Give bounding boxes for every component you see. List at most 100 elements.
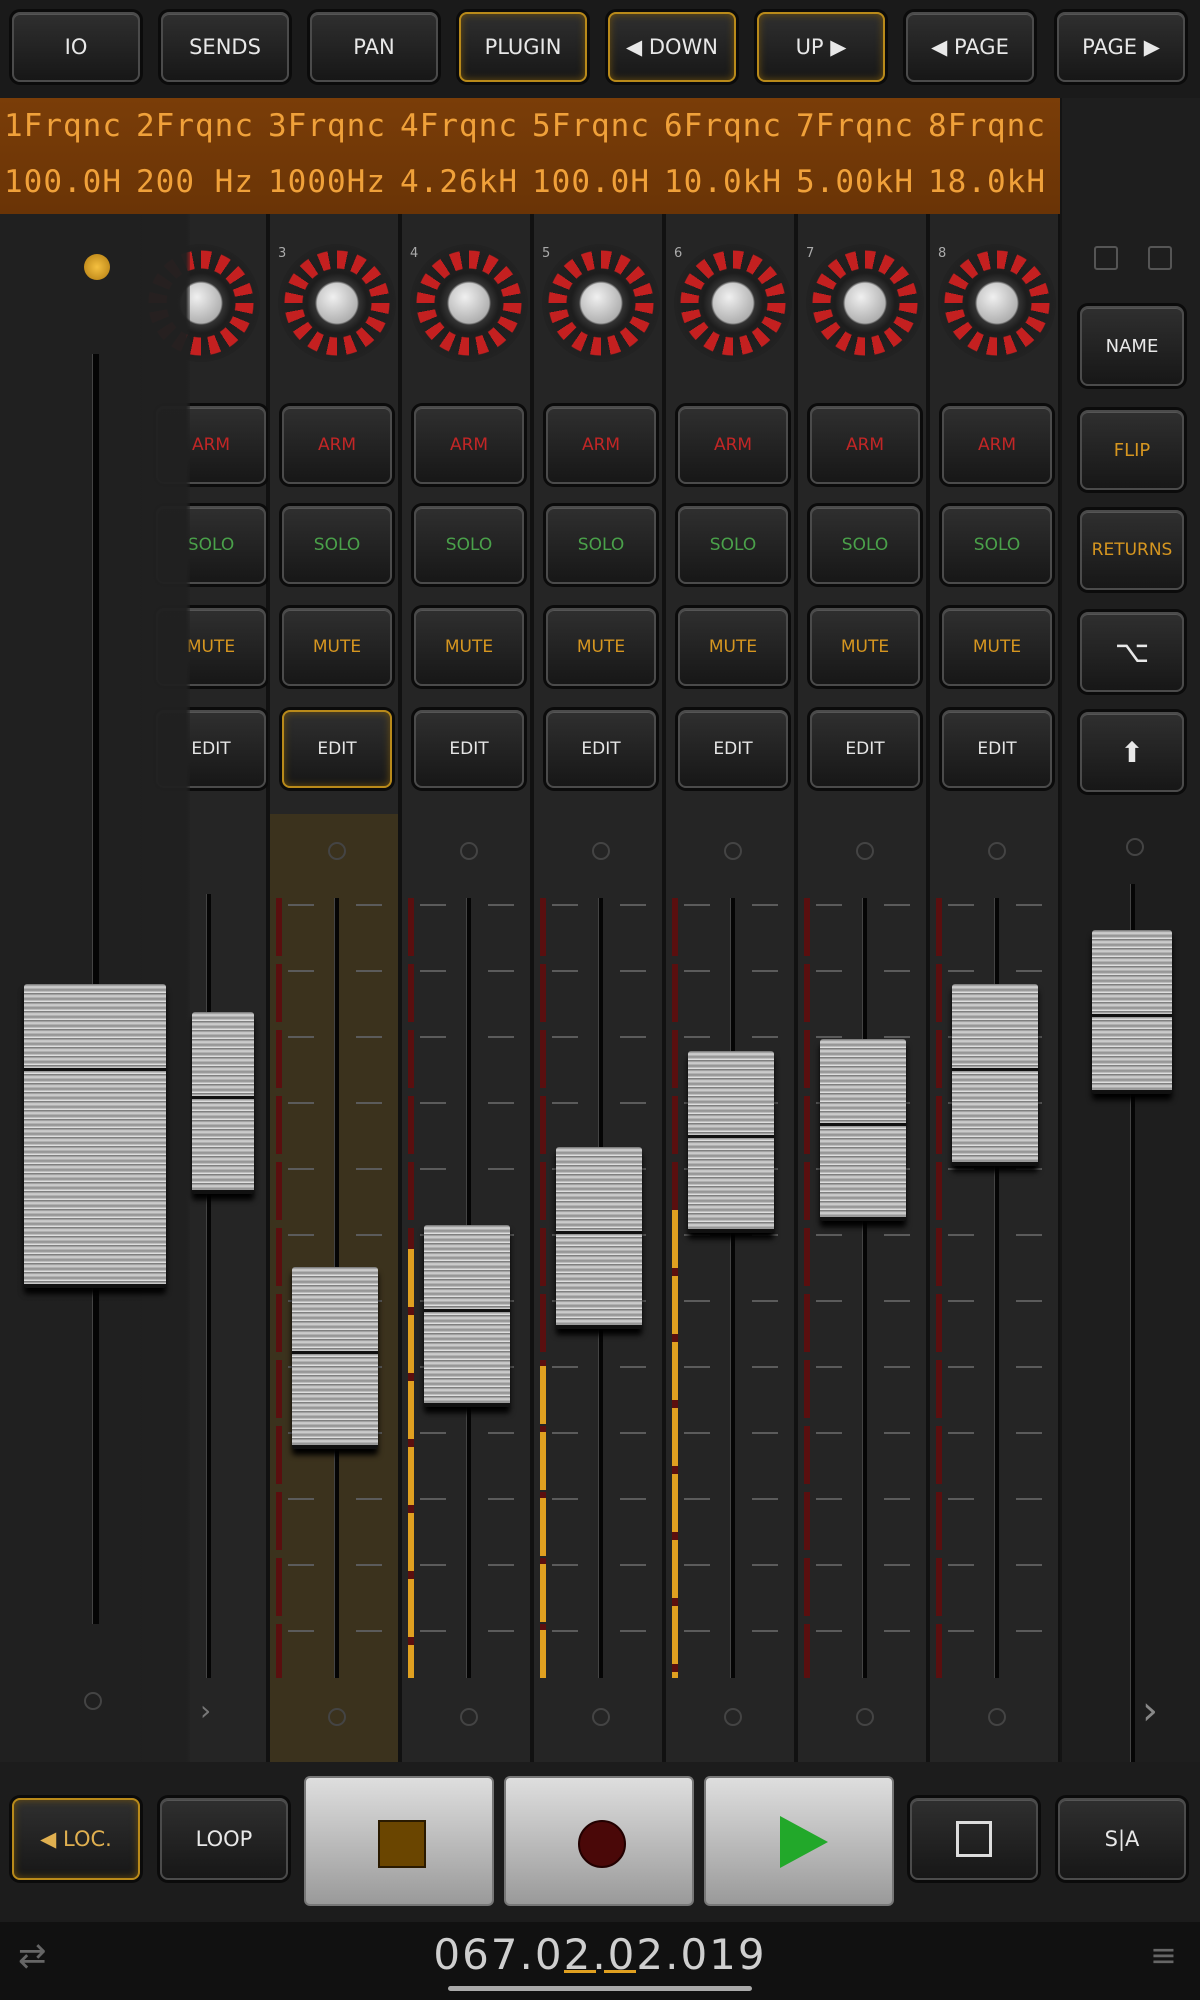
pan-knob-icon[interactable] xyxy=(938,244,1056,362)
fader-tick xyxy=(948,1630,974,1632)
pan-knob-icon[interactable] xyxy=(542,244,660,362)
menu-icon[interactable]: ≡ xyxy=(1150,1936,1177,1974)
arm-button[interactable]: ARM xyxy=(414,406,524,484)
pan-knob-icon[interactable] xyxy=(806,244,924,362)
lcd-value: 100.0H xyxy=(532,164,650,200)
fader-tick xyxy=(552,1036,578,1038)
dot-indicator-icon xyxy=(328,1708,346,1726)
edit-button[interactable]: EDIT xyxy=(810,710,920,788)
arm-button[interactable]: ARM xyxy=(282,406,392,484)
chevron-right-icon[interactable]: › xyxy=(1142,1688,1158,1734)
fader-tick xyxy=(752,904,778,906)
edit-button[interactable]: EDIT xyxy=(678,710,788,788)
solo-button[interactable]: SOLO xyxy=(414,506,524,584)
fader-tick xyxy=(620,904,646,906)
level-meter-lit xyxy=(672,1210,678,1678)
fader-cap[interactable] xyxy=(556,1146,642,1329)
mute-button[interactable]: MUTE xyxy=(414,608,524,686)
solo-button[interactable]: SOLO xyxy=(282,506,392,584)
returns-button[interactable]: RETURNS xyxy=(1080,510,1184,590)
page-right-button[interactable]: PAGE ▶ xyxy=(1057,12,1185,82)
loop-button[interactable]: LOOP xyxy=(160,1798,288,1880)
fader-cap[interactable] xyxy=(192,1012,254,1194)
fader-tick xyxy=(356,1630,382,1632)
flip-button[interactable]: FLIP xyxy=(1080,410,1184,490)
locate-button[interactable]: ◀ LOC. xyxy=(12,1798,140,1880)
fader-tick xyxy=(1016,1234,1042,1236)
solo-button[interactable]: SOLO xyxy=(810,506,920,584)
fader-tick xyxy=(1016,1432,1042,1434)
master-fader-cap[interactable] xyxy=(1092,930,1172,1094)
io-button[interactable]: IO xyxy=(12,12,140,82)
record-icon xyxy=(578,1820,626,1868)
fader-tick xyxy=(288,1630,314,1632)
master-fader-cap[interactable] xyxy=(24,984,166,1288)
fader-cap[interactable] xyxy=(688,1050,774,1233)
mute-button[interactable]: MUTE xyxy=(282,608,392,686)
level-meter-lit xyxy=(408,1249,414,1678)
fader-cap[interactable] xyxy=(292,1267,378,1450)
lcd-value: 4.26kH xyxy=(400,164,518,200)
fader-tick xyxy=(488,1036,514,1038)
page-left-button[interactable]: ◀ PAGE xyxy=(906,12,1034,82)
counter-bar: ⇄ 067.02.02.019 ≡ xyxy=(0,1922,1200,2000)
edit-button[interactable]: EDIT xyxy=(546,710,656,788)
pan-knob-icon[interactable] xyxy=(410,244,528,362)
mute-button[interactable]: MUTE xyxy=(546,608,656,686)
fader-tick xyxy=(1016,1498,1042,1500)
solo-button[interactable]: SOLO xyxy=(942,506,1052,584)
fader-tick xyxy=(816,1300,842,1302)
fader-cap[interactable] xyxy=(952,984,1038,1167)
solo-button[interactable]: SOLO xyxy=(546,506,656,584)
square-icon[interactable] xyxy=(1094,246,1118,270)
stop-button[interactable] xyxy=(304,1776,494,1906)
fader-cap[interactable] xyxy=(424,1225,510,1408)
mute-button[interactable]: MUTE xyxy=(678,608,788,686)
sends-button[interactable]: SENDS xyxy=(161,12,289,82)
fader-cap[interactable] xyxy=(820,1038,906,1221)
fader-tick xyxy=(752,970,778,972)
solo-audition-button[interactable]: S|A xyxy=(1058,1798,1186,1880)
dot-indicator-icon xyxy=(460,842,478,860)
down-button[interactable]: ◀ DOWN xyxy=(608,12,736,82)
arm-button[interactable]: ARM xyxy=(678,406,788,484)
dot-indicator-icon xyxy=(856,842,874,860)
solo-button[interactable]: SOLO xyxy=(678,506,788,584)
dot-indicator-icon xyxy=(592,1708,610,1726)
mute-button[interactable]: MUTE xyxy=(810,608,920,686)
arm-button[interactable]: ARM xyxy=(810,406,920,484)
fader-tick xyxy=(752,1366,778,1368)
pan-button[interactable]: PAN xyxy=(310,12,438,82)
fader-tick xyxy=(884,970,910,972)
arm-button[interactable]: ARM xyxy=(942,406,1052,484)
fader-tick xyxy=(488,1102,514,1104)
lcd-value: 18.0kH xyxy=(928,164,1046,200)
mute-button[interactable]: MUTE xyxy=(942,608,1052,686)
pan-knob-icon[interactable] xyxy=(278,244,396,362)
fader-tick xyxy=(552,904,578,906)
level-meter-lit xyxy=(540,1366,546,1678)
fader-tick xyxy=(684,1036,710,1038)
plugin-button[interactable]: PLUGIN xyxy=(459,12,587,82)
play-button[interactable] xyxy=(704,1776,894,1906)
dot-indicator-icon xyxy=(856,1708,874,1726)
fader-tick xyxy=(948,970,974,972)
name-button[interactable]: NAME xyxy=(1080,306,1184,386)
option-key-icon[interactable]: ⌥ xyxy=(1080,612,1184,692)
shift-arrow-icon[interactable]: ⬆ xyxy=(1080,712,1184,792)
fader-tick xyxy=(620,1630,646,1632)
chevron-right-icon[interactable]: › xyxy=(200,1694,211,1727)
edit-button[interactable]: EDIT xyxy=(942,710,1052,788)
record-button[interactable] xyxy=(504,1776,694,1906)
square-icon[interactable] xyxy=(1148,246,1172,270)
lcd-display: 1Frqnc 2Frqnc 3Frqnc 4Frqnc 5Frqnc 6Frqn… xyxy=(0,98,1060,214)
square-button[interactable] xyxy=(910,1798,1038,1880)
edit-button[interactable]: EDIT xyxy=(282,710,392,788)
edit-button[interactable]: EDIT xyxy=(414,710,524,788)
arm-button[interactable]: ARM xyxy=(546,406,656,484)
channel-number: 3 xyxy=(278,246,287,261)
fader-tick xyxy=(752,1432,778,1434)
pan-knob-icon[interactable] xyxy=(674,244,792,362)
up-button[interactable]: UP ▶ xyxy=(757,12,885,82)
led-indicator-icon xyxy=(84,254,110,280)
